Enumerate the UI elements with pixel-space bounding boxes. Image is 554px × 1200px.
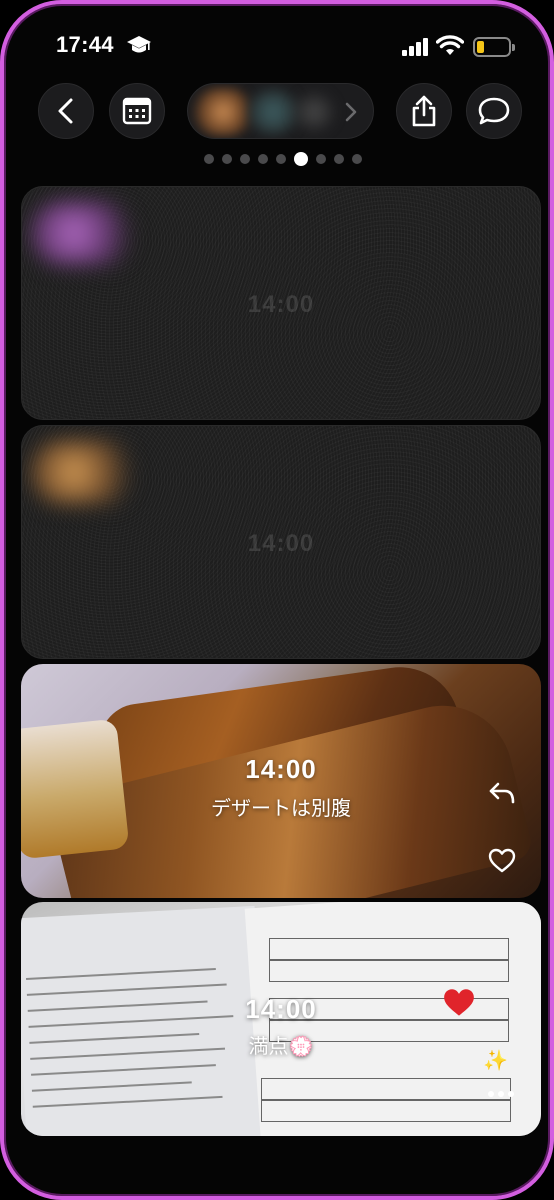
like-button[interactable] xyxy=(487,846,517,876)
heart-red-icon xyxy=(444,989,474,1016)
post-time: 14:00 xyxy=(247,291,315,318)
calendar-button[interactable] xyxy=(109,83,165,139)
sparkle-icon: ✨ xyxy=(483,1050,508,1072)
post-caption: デザートは別腹 xyxy=(211,798,351,820)
battery-icon xyxy=(473,37,515,57)
back-button[interactable] xyxy=(38,83,94,139)
status-time: 17:44 xyxy=(56,32,114,57)
comment-button[interactable] xyxy=(466,83,522,139)
post-time: 14:00 xyxy=(247,530,315,557)
graduation-cap-icon xyxy=(127,36,151,53)
date-selector-pill[interactable] xyxy=(187,83,374,139)
heart-outline-icon xyxy=(488,848,516,873)
page-dot[interactable] xyxy=(222,154,232,164)
calendar-icon xyxy=(122,97,152,125)
speech-bubble-icon xyxy=(478,97,510,125)
cellular-signal-icon xyxy=(402,38,428,56)
wifi-icon xyxy=(436,35,464,55)
phone-frame: 17:44 14:00 14:00 14:00 デザートは別腹 14:00 満点… xyxy=(0,0,554,1200)
blurred-thumbnail xyxy=(292,92,336,132)
blurred-thumbnail xyxy=(248,90,298,134)
photo-content xyxy=(21,718,130,860)
page-dot[interactable] xyxy=(334,154,344,164)
status-bar: 17:44 xyxy=(4,30,550,64)
share-icon xyxy=(412,95,436,127)
chevron-left-icon xyxy=(58,98,73,124)
reply-icon xyxy=(489,782,515,804)
post-card-photo[interactable]: 14:00 満点💮 ✨ xyxy=(21,902,541,1136)
chevron-right-icon xyxy=(345,102,357,122)
page-dot[interactable] xyxy=(240,154,250,164)
page-indicator[interactable] xyxy=(4,152,550,166)
battery-level xyxy=(477,41,484,53)
more-icon[interactable] xyxy=(487,1090,515,1098)
blurred-thumbnail xyxy=(192,88,254,136)
page-dot[interactable] xyxy=(258,154,268,164)
blurred-avatar xyxy=(30,440,140,504)
page-dot-active[interactable] xyxy=(294,152,308,166)
page-dot[interactable] xyxy=(276,154,286,164)
locked-post-card[interactable]: 14:00 xyxy=(21,186,541,420)
post-caption: 満点💮 xyxy=(248,1036,314,1058)
page-dot[interactable] xyxy=(352,154,362,164)
share-button[interactable] xyxy=(396,83,452,139)
page-dot[interactable] xyxy=(316,154,326,164)
post-card-photo[interactable]: 14:00 デザートは別腹 xyxy=(21,664,541,898)
blurred-avatar xyxy=(30,201,140,265)
page-dot[interactable] xyxy=(204,154,214,164)
locked-post-card[interactable]: 14:00 xyxy=(21,425,541,659)
post-time: 14:00 xyxy=(245,754,317,784)
reply-button[interactable] xyxy=(487,778,517,808)
